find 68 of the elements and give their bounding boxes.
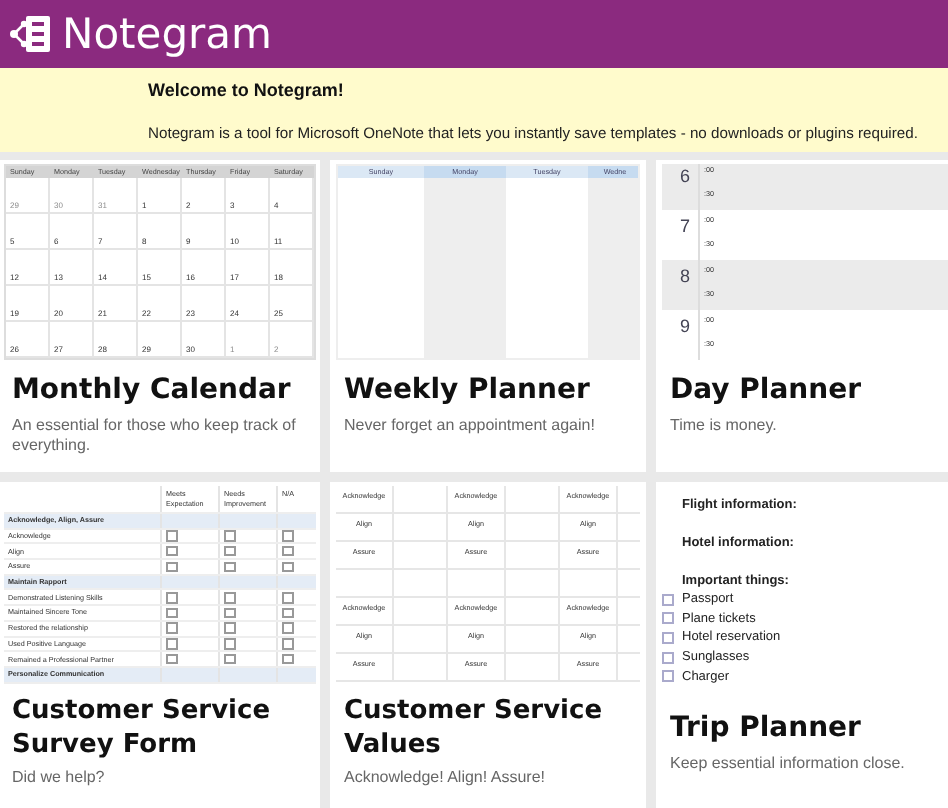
checkbox[interactable] — [166, 638, 177, 650]
card-description: Acknowledge! Align! Assure! — [344, 768, 548, 788]
checkbox[interactable] — [166, 607, 177, 619]
table-cell — [448, 570, 506, 598]
hour-label: 9 — [680, 314, 693, 340]
template-card[interactable] — [0, 482, 320, 808]
checkbox[interactable] — [166, 530, 177, 542]
table-cell — [394, 514, 448, 542]
table-cell — [506, 542, 560, 570]
checkbox[interactable] — [282, 561, 293, 573]
checkbox[interactable] — [662, 631, 674, 644]
app-title: Notegram — [62, 10, 272, 58]
checkbox[interactable] — [166, 592, 177, 604]
notebook-share-icon — [8, 14, 52, 54]
welcome-heading: Welcome to Notegram! — [148, 80, 346, 100]
table-cell — [394, 570, 448, 598]
card-title: Monthly Calendar — [12, 372, 293, 410]
card-title: Day Planner — [670, 372, 863, 410]
hour-label: 7 — [680, 214, 693, 240]
checkbox[interactable] — [282, 622, 293, 634]
table-cell — [506, 514, 560, 542]
card-description: Did we help? — [12, 768, 107, 788]
card-description: Never forget an appointment again! — [344, 416, 597, 436]
checkbox[interactable] — [662, 593, 674, 606]
checkbox[interactable] — [166, 561, 177, 573]
table-cell — [506, 598, 560, 626]
card-description: An essential for those who keep track of everything. — [12, 416, 298, 456]
checkbox[interactable] — [662, 670, 674, 683]
checkbox[interactable] — [224, 653, 235, 665]
checkbox[interactable] — [282, 607, 293, 619]
template-card[interactable] — [330, 482, 646, 808]
checkbox[interactable] — [224, 638, 235, 650]
card-title: Weekly Planner — [344, 372, 592, 410]
checkbox[interactable] — [224, 607, 235, 619]
table-cell — [394, 486, 448, 514]
checkbox[interactable] — [282, 545, 293, 557]
checkbox[interactable] — [166, 545, 177, 557]
table-cell — [506, 570, 560, 598]
table-cell — [394, 598, 448, 626]
hour-label: 8 — [680, 264, 693, 290]
card-title: Trip Planner — [670, 710, 863, 748]
hour-label: 6 — [680, 164, 693, 190]
checkbox[interactable] — [224, 592, 235, 604]
checkbox[interactable] — [224, 622, 235, 634]
table-cell — [506, 626, 560, 654]
table-cell — [394, 626, 448, 654]
table-cell — [394, 654, 448, 682]
checkbox[interactable] — [224, 561, 235, 573]
checkbox[interactable] — [166, 622, 177, 634]
table-cell — [336, 570, 394, 598]
checkbox[interactable] — [282, 592, 293, 604]
table-cell — [506, 486, 560, 514]
card-description: Keep essential information close. — [670, 754, 907, 774]
card-title: Customer Service Survey Form — [12, 694, 273, 762]
checkbox[interactable] — [282, 653, 293, 665]
template-card[interactable] — [0, 160, 320, 472]
table-cell — [506, 654, 560, 682]
card-description: Time is money. — [670, 416, 779, 436]
checkbox[interactable] — [224, 530, 235, 542]
table-cell — [560, 570, 618, 598]
checkbox[interactable] — [662, 612, 674, 625]
card-title: Customer Service Values — [344, 694, 605, 762]
checkbox[interactable] — [282, 530, 293, 542]
checkbox[interactable] — [282, 638, 293, 650]
table-cell — [394, 542, 448, 570]
checkbox[interactable] — [166, 653, 177, 665]
checkbox[interactable] — [662, 651, 674, 664]
checkbox[interactable] — [224, 545, 235, 557]
